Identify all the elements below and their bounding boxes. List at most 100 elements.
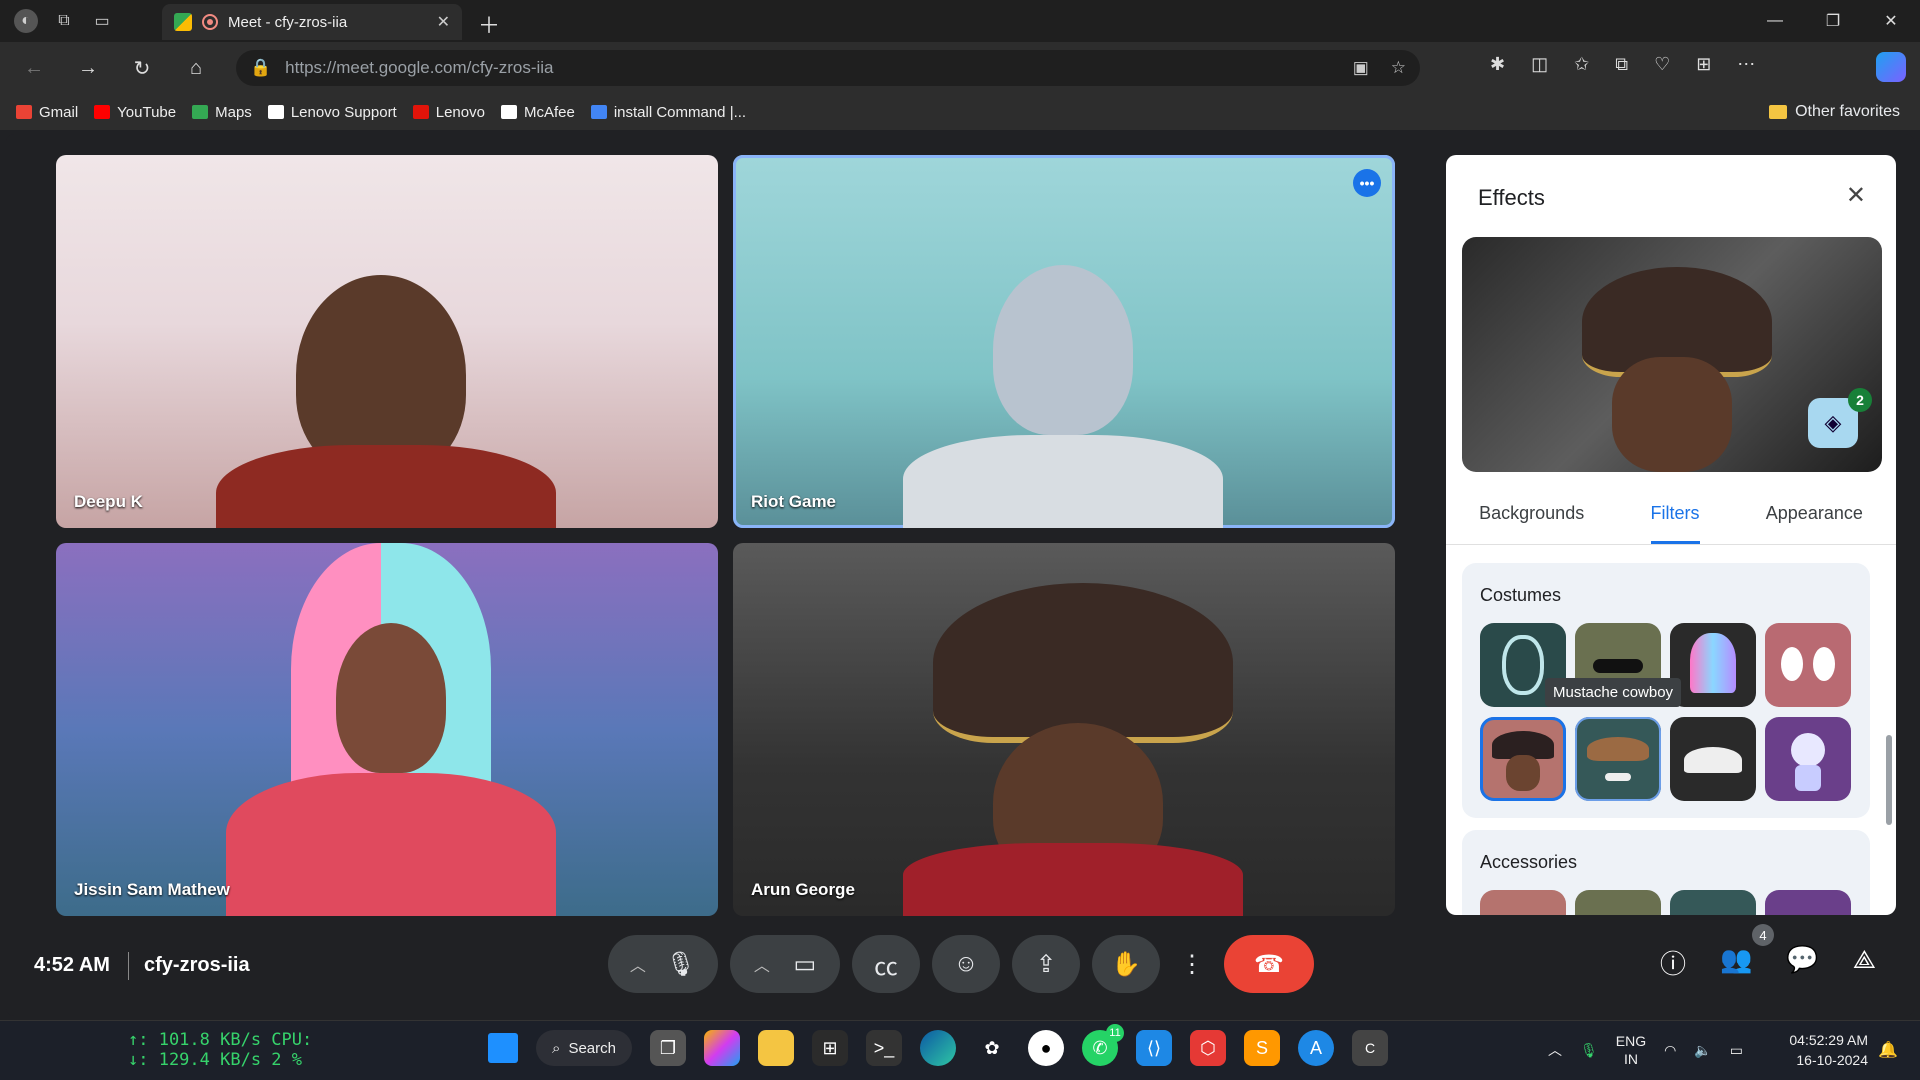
- site-info-lock-icon[interactable]: 🔒: [250, 58, 271, 78]
- split-screen-icon[interactable]: ◫: [1531, 54, 1548, 75]
- edge-icon[interactable]: [920, 1030, 956, 1066]
- language-indicator[interactable]: ENG IN: [1616, 1032, 1646, 1068]
- close-effects-icon[interactable]: ✕: [1846, 181, 1866, 210]
- start-icon[interactable]: [488, 1033, 518, 1063]
- leave-call-button[interactable]: ☎: [1224, 935, 1314, 993]
- favorite-star-icon[interactable]: ☆: [1391, 58, 1406, 78]
- participant-tile[interactable]: Jissin Sam Mathew: [56, 543, 718, 916]
- favorite-link[interactable]: YouTube: [94, 104, 176, 121]
- github-icon[interactable]: ●: [1028, 1030, 1064, 1066]
- more-options-button[interactable]: ⋮: [1172, 935, 1212, 993]
- close-window-icon[interactable]: ✕: [1862, 0, 1920, 42]
- camera-in-use-icon[interactable]: ▣: [1353, 58, 1369, 78]
- app-c-icon[interactable]: C: [1352, 1030, 1388, 1066]
- tab-backgrounds[interactable]: Backgrounds: [1479, 495, 1584, 544]
- audio-options-chevron-icon[interactable]: ︿: [630, 952, 646, 976]
- microphone-icon[interactable]: 🎙: [666, 950, 696, 979]
- tab-actions-icon[interactable]: ▭: [90, 9, 114, 33]
- participant-tile[interactable]: Arun George: [733, 543, 1395, 916]
- home-icon[interactable]: ⌂: [176, 48, 216, 88]
- people-icon[interactable]: 👥: [1720, 944, 1752, 981]
- copilot-taskbar-icon[interactable]: [704, 1030, 740, 1066]
- meeting-info-icon[interactable]: ⓘ: [1660, 944, 1686, 981]
- accessory-thumb[interactable]: [1670, 890, 1756, 915]
- favorite-link[interactable]: install Command |...: [590, 104, 746, 121]
- accessory-thumb[interactable]: [1575, 890, 1661, 915]
- favorite-link[interactable]: Lenovo: [412, 103, 485, 121]
- chat-icon[interactable]: 💬: [1786, 944, 1818, 981]
- costume-fedora[interactable]: [1670, 717, 1756, 801]
- sublime-icon[interactable]: S: [1244, 1030, 1280, 1066]
- costume-pirate[interactable]: [1480, 717, 1566, 801]
- whatsapp-icon[interactable]: ✆ 11: [1082, 1024, 1124, 1066]
- other-favorites[interactable]: Other favorites: [1769, 103, 1900, 121]
- battery-icon[interactable]: ▭: [1730, 1042, 1743, 1059]
- favorite-link[interactable]: Lenovo Support: [267, 103, 397, 121]
- captions-button[interactable]: ㏄: [852, 935, 920, 993]
- notifications-bell-icon[interactable]: 🔔: [1878, 1040, 1898, 1060]
- participant-more-options-icon[interactable]: •••: [1353, 169, 1381, 197]
- workspaces-icon[interactable]: ⧉: [52, 9, 76, 33]
- store-icon[interactable]: ⊞: [812, 1030, 848, 1066]
- system-tray: ︿ 🎙 ENG IN ◠ 🔈 ▭: [1548, 1032, 1743, 1068]
- video-options-chevron-icon[interactable]: ︿: [754, 952, 770, 976]
- copilot-icon[interactable]: [1876, 52, 1906, 82]
- terminal-icon[interactable]: >_: [866, 1030, 902, 1066]
- refresh-icon[interactable]: ↻: [122, 48, 162, 88]
- chatgpt-icon[interactable]: ✿: [974, 1030, 1010, 1066]
- forward-icon[interactable]: →: [68, 48, 108, 88]
- participant-tile[interactable]: Deepu K: [56, 155, 718, 528]
- favorite-link[interactable]: Maps: [192, 104, 252, 121]
- tab-filters[interactable]: Filters: [1650, 495, 1700, 544]
- costume-mustache-cowboy[interactable]: [1575, 717, 1661, 801]
- browser-tab-meet[interactable]: Meet - cfy-zros-iia ✕: [162, 4, 462, 40]
- browser-essentials-icon[interactable]: ♡: [1654, 54, 1670, 75]
- search-icon: ⌕: [552, 1039, 561, 1057]
- apps-icon[interactable]: ⊞: [1696, 54, 1711, 75]
- app-blue-icon[interactable]: A: [1298, 1030, 1334, 1066]
- maximize-icon[interactable]: ❐: [1804, 0, 1862, 42]
- task-view-icon[interactable]: ❐: [650, 1030, 686, 1066]
- accessory-thumb[interactable]: [1765, 890, 1851, 915]
- new-tab-button[interactable]: ＋: [478, 8, 500, 40]
- activities-icon[interactable]: ⟁: [1853, 944, 1876, 981]
- close-tab-icon[interactable]: ✕: [437, 12, 450, 32]
- participant-tile-active[interactable]: ••• Riot Game: [733, 155, 1395, 528]
- favorite-link[interactable]: McAfee: [500, 104, 575, 121]
- reactions-button[interactable]: ☺: [932, 935, 1000, 993]
- profile-avatar-icon[interactable]: ◐: [14, 9, 38, 33]
- volume-icon[interactable]: 🔈: [1694, 1042, 1711, 1059]
- favorite-link-label: Lenovo Support: [290, 103, 397, 121]
- costume-astronaut[interactable]: [1765, 717, 1851, 801]
- more-menu-icon[interactable]: ⋯: [1737, 54, 1755, 75]
- favorite-link-label: Gmail: [39, 103, 79, 121]
- tab-appearance[interactable]: Appearance: [1766, 495, 1863, 544]
- camera-icon[interactable]: ▭: [793, 950, 816, 979]
- minimize-icon[interactable]: —: [1746, 0, 1804, 42]
- collections-icon[interactable]: ⧉: [1615, 54, 1628, 75]
- costume-rainbow-wig[interactable]: [1670, 623, 1756, 707]
- clock-date: 16-10-2024: [1796, 1052, 1868, 1068]
- costume-tooltip: Mustache cowboy: [1545, 678, 1682, 707]
- favorite-link-label: Lenovo: [435, 103, 485, 121]
- favorite-link[interactable]: Gmail: [16, 104, 78, 121]
- taskbar-search[interactable]: ⌕ Search: [536, 1030, 632, 1066]
- raise-hand-button[interactable]: ✋: [1092, 935, 1160, 993]
- app-red-icon[interactable]: ⬡: [1190, 1030, 1226, 1066]
- favorites-icon[interactable]: ✩: [1574, 54, 1589, 75]
- present-button[interactable]: ⇪: [1012, 935, 1080, 993]
- extensions-icon[interactable]: ✱: [1490, 54, 1505, 75]
- file-explorer-icon[interactable]: [758, 1030, 794, 1066]
- wifi-icon[interactable]: ◠: [1664, 1042, 1676, 1059]
- mic-tray-icon[interactable]: 🎙: [1580, 1042, 1598, 1059]
- costume-bunny-ears[interactable]: [1765, 623, 1851, 707]
- accessory-thumb[interactable]: [1480, 890, 1566, 915]
- back-icon[interactable]: ←: [14, 48, 54, 88]
- effects-scrollbar[interactable]: [1886, 735, 1892, 825]
- taskbar-clock[interactable]: 04:52:29 AM 16-10-2024: [1776, 1030, 1868, 1070]
- address-bar[interactable]: 🔒 https://meet.google.com/cfy-zros-iia ▣…: [236, 50, 1420, 86]
- tray-overflow-chevron-icon[interactable]: ︿: [1548, 1040, 1562, 1060]
- vscode-icon[interactable]: ⟨⟩: [1136, 1030, 1172, 1066]
- url-text: https://meet.google.com/cfy-zros-iia: [285, 58, 554, 77]
- costumes-title: Costumes: [1480, 585, 1562, 605]
